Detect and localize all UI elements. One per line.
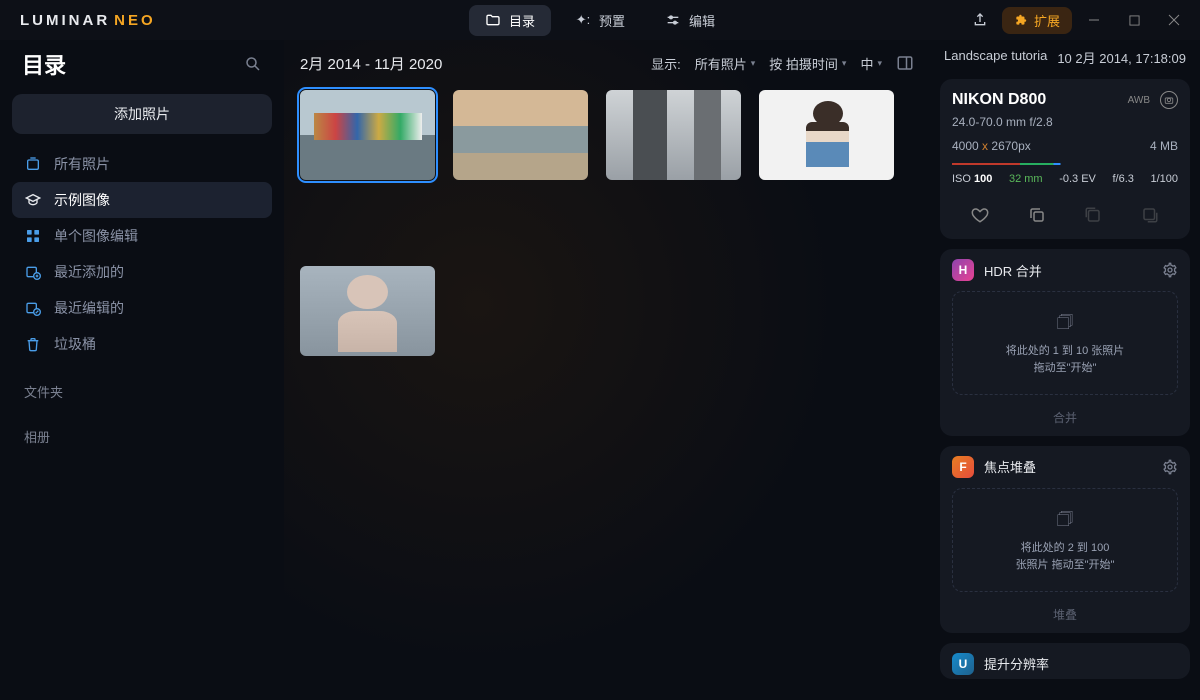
stack-next-button[interactable] [1138,203,1162,227]
app-logo: LUMINAR NEO [20,12,156,29]
graduation-icon [24,191,42,209]
thumbnail[interactable] [606,90,741,180]
folders-section[interactable]: 文件夹 [12,362,272,407]
white-balance: AWB [1128,95,1150,106]
window-maximize[interactable] [1116,6,1152,34]
sliders-icon [665,12,681,28]
show-filter-dropdown[interactable]: 所有照片▾ [695,54,756,73]
sidebar-item-single-edit[interactable]: 单个图像编辑 [12,218,272,254]
dimensions: 4000 x 2670px [952,139,1031,153]
hdr-merge-button[interactable]: 合并 [952,401,1178,426]
focus-drop-zone[interactable]: 🗇 将此处的 2 到 100 张照片 拖动至"开始" [952,488,1178,592]
focus-icon: F [952,456,974,478]
trash-icon [24,335,42,353]
nav-label: 最近添加的 [54,262,124,282]
folder-icon [485,12,501,28]
nav-label: 垃圾桶 [54,334,96,354]
sidebar-item-trash[interactable]: 垃圾桶 [12,326,272,362]
show-label: 显示: [651,54,681,73]
recent-add-icon [24,263,42,281]
sidebar-item-all-photos[interactable]: 所有照片 [12,146,272,182]
thumbnail-size-dropdown[interactable]: 中▾ [860,54,882,73]
hdr-drop-zone[interactable]: 🗇 将此处的 1 到 10 张照片 拖动至"开始" [952,291,1178,395]
right-panel: Landscape tutoria 10 2月 2014, 17:18:09 N… [930,40,1200,700]
content-area: 2月 2014 - 11月 2020 显示: 所有照片▾ 按 拍摄时间▾ 中▾ [284,40,930,700]
focus-stack-panel: F 焦点堆叠 🗇 将此处的 2 到 100 张照片 拖动至"开始" 堆叠 [940,446,1190,633]
view-mode-button[interactable] [896,54,914,72]
search-button[interactable] [244,55,262,73]
camera-icon [1160,91,1178,109]
images-icon: 🗇 [961,308,1169,337]
focus-settings-button[interactable] [1162,459,1178,475]
sidebar-item-samples[interactable]: 示例图像 [12,182,272,218]
copy-button[interactable] [1025,203,1049,227]
filesize: 4 MB [1150,139,1178,153]
info-card: NIKON D800 AWB 24.0-70.0 mm f/2.8 4000 x… [940,79,1190,239]
sort-dropdown[interactable]: 按 拍摄时间▾ [769,54,846,73]
recent-edit-icon [24,299,42,317]
tab-presets[interactable]: ✦: 预置 [559,5,641,36]
hdr-icon: H [952,259,974,281]
sidebar: 目录 添加照片 所有照片 示例图像 单个图像编辑 最近添加的 最近编辑的 [0,40,284,700]
add-photos-button[interactable]: 添加照片 [12,94,272,134]
focus-stack-button[interactable]: 堆叠 [952,598,1178,623]
thumbnail[interactable] [300,90,435,180]
images-icon: 🗇 [961,505,1169,534]
puzzle-icon [1014,13,1028,27]
sidebar-item-recent-added[interactable]: 最近添加的 [12,254,272,290]
histogram [952,163,1178,165]
extensions-button[interactable]: 扩展 [1002,7,1072,34]
photos-icon [24,155,42,173]
nav-label: 最近编辑的 [54,298,124,318]
share-button[interactable] [966,6,994,34]
hdr-settings-button[interactable] [1162,262,1178,278]
page-title: 目录 [22,48,66,80]
upscale-panel: U 提升分辨率 [940,643,1190,679]
nav-label: 示例图像 [54,190,110,210]
sidebar-item-recent-edited[interactable]: 最近编辑的 [12,290,272,326]
thumbnail[interactable] [300,266,435,356]
nav-label: 单个图像编辑 [54,226,138,246]
thumbnail[interactable] [759,90,894,180]
exif-row: ISO 100 32 mm -0.3 EV f/6.3 1/100 [952,173,1178,185]
albums-section[interactable]: 相册 [12,407,272,452]
hdr-merge-panel: H HDR 合并 🗇 将此处的 1 到 10 张照片 拖动至"开始" 合并 [940,249,1190,436]
window-close[interactable] [1156,6,1192,34]
lens-info: 24.0-70.0 mm f/2.8 [952,115,1178,129]
camera-model: NIKON D800 [952,91,1046,109]
nav-label: 所有照片 [54,154,110,174]
datetime: 10 2月 2014, 17:18:09 [1057,48,1186,67]
upscale-icon: U [952,653,974,675]
grid-icon [24,227,42,245]
thumbnail[interactable] [453,90,588,180]
tab-catalog[interactable]: 目录 [469,5,551,36]
favorite-button[interactable] [968,203,992,227]
tab-edit[interactable]: 编辑 [649,5,731,36]
window-minimize[interactable] [1076,6,1112,34]
stack-prev-button[interactable] [1081,203,1105,227]
filename: Landscape tutoria [944,48,1047,67]
sparkle-icon: ✦: [575,12,591,28]
date-range: 2月 2014 - 11月 2020 [300,53,442,74]
